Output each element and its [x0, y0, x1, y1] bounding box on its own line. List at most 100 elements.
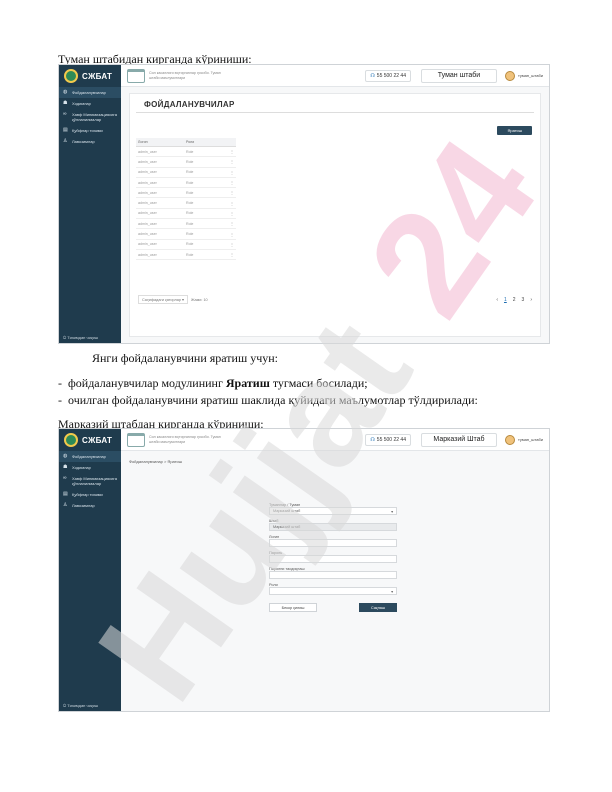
hq-selector[interactable]: Марказий Штаб [421, 432, 497, 447]
next-page-icon[interactable]: › [530, 297, 532, 303]
bullet-2: - очилган фойдаланувчини яратиш шаклида … [58, 392, 478, 409]
users-card: ФОЙДАЛАНУВЧИЛАР Яратиш Логин Роли admin_… [129, 93, 541, 337]
login-field[interactable] [269, 539, 397, 547]
phone-badge[interactable]: ☊ 55 500 22 44 [365, 69, 411, 82]
screenshot-create-user: СЖБАТ ◍ Фойдаланувчилар ☗ Ходимлар ∞ Хавф М… [58, 428, 550, 712]
district-select[interactable]: Марказий штаб ▾ [269, 507, 397, 515]
sidebar-item-staff[interactable]: ☗ Ходимлар [59, 462, 121, 473]
save-button[interactable]: Сақлаш [359, 603, 397, 612]
sidebar-item-positions[interactable]: ♙ Лавозимлар [59, 500, 121, 511]
bullet-1-bold: Яратиш [225, 376, 270, 390]
table-row[interactable]: admin_user Role ⋮ [136, 197, 236, 209]
cell-login: admin_user [136, 187, 184, 199]
hq-selector[interactable]: Туман штаби [421, 68, 497, 83]
cell-login: admin_user [136, 249, 184, 261]
cell-role: Role [184, 146, 228, 158]
row-menu-icon[interactable]: ⋮ [228, 228, 236, 240]
users-icon: ☗ [63, 100, 68, 106]
sidebar-item-label: Қуйфлар тизими [72, 492, 103, 497]
hq-field: Марказий штаб [269, 523, 397, 531]
table-row[interactable]: admin_user Role ⋮ [136, 249, 236, 261]
page-link[interactable]: 1 [504, 297, 507, 303]
sidebar-item-label: Фойдаланувчилар [72, 454, 106, 459]
cell-role: Role [184, 197, 228, 209]
cell-login: admin_user [136, 156, 184, 168]
col-role: Роли [184, 138, 228, 147]
sidebar-item-users[interactable]: ◍ Фойдаланувчилар [59, 451, 121, 462]
row-menu-icon[interactable]: ⋮ [228, 239, 236, 250]
sidebar-item-positions[interactable]: ♙ Лавозимлар [59, 136, 121, 147]
rows-per-page-label: Саҳифадаги қаторлар [142, 298, 181, 302]
create-button[interactable]: Яратиш [497, 126, 532, 135]
sidebar-item-calendar[interactable]: ▤ Қуйфлар тизими [59, 489, 121, 500]
topbar: Сил касаллиги юқтирганлар ҳисоби. Туман … [121, 429, 549, 451]
sidebar-item-label: Ходимлар [72, 101, 91, 106]
table-row[interactable]: admin_user Role ⋮ [136, 218, 236, 230]
chevron-down-icon: ▾ [391, 509, 393, 514]
password-confirm-field[interactable] [269, 571, 397, 579]
cell-login: admin_user [136, 239, 184, 250]
phone-badge[interactable]: ☊ 55 500 22 44 [365, 433, 411, 446]
calendar-icon: ▤ [63, 127, 68, 133]
row-menu-icon[interactable]: ⋮ [228, 197, 236, 209]
sidebar-item-staff[interactable]: ☗ Ходимлар [59, 98, 121, 109]
sidebar-item-calendar[interactable]: ▤ Қуйфлар тизими [59, 125, 121, 136]
prev-page-icon[interactable]: ‹ [496, 297, 498, 303]
row-menu-icon[interactable]: ⋮ [228, 156, 236, 168]
sidebar-item-label: Фойдаланувчилар [72, 90, 106, 95]
sidebar-item-risk[interactable]: ∞ Хавф Минимизациясига қўлланилмалар [59, 473, 121, 489]
brand-name: СЖБАТ [82, 435, 113, 445]
sidebar-item-label: Хавф Минимизациясига қўлланилмалар [72, 112, 117, 122]
sidebar-item-label: Лавозимлар [72, 503, 95, 508]
table-row[interactable]: admin_user Role ⋮ [136, 167, 236, 178]
col-actions [228, 138, 236, 147]
sidebar: СЖБАТ ◍ Фойдаланувчилар ☗ Ходимлар ∞ Хавф М… [59, 429, 121, 711]
user-menu[interactable]: туман_штаби [505, 434, 543, 445]
bullet-dash: - [58, 393, 62, 407]
table-row[interactable]: admin_user Role ⋮ [136, 156, 236, 168]
cell-role: Role [184, 187, 228, 199]
sidebar-item-risk[interactable]: ∞ Хавф Минимизациясига қўлланилмалар [59, 109, 121, 125]
cell-role: Role [184, 156, 228, 168]
user-icon: ♙ [63, 502, 68, 508]
cell-login: admin_user [136, 146, 184, 158]
user-menu[interactable]: туман_штаби [505, 70, 543, 81]
table-row[interactable]: admin_user Role ⋮ [136, 208, 236, 220]
row-menu-icon[interactable]: ⋮ [228, 249, 236, 261]
table-row[interactable]: admin_user Role ⋮ [136, 239, 236, 250]
page-link[interactable]: 2 [513, 297, 516, 303]
role-select[interactable]: ▾ [269, 587, 397, 595]
table-row[interactable]: admin_user Role ⋮ [136, 177, 236, 189]
logout-label: Тизимдан чиқиш [67, 335, 99, 340]
table-row[interactable]: admin_user Role ⋮ [136, 187, 236, 199]
cancel-button[interactable]: Бекор қилиш [269, 603, 317, 612]
sidebar-item-users[interactable]: ◍ Фойдаланувчилар [59, 87, 121, 98]
page-title: ФОЙДАЛАНУВЧИЛАР [136, 94, 534, 113]
row-menu-icon[interactable]: ⋮ [228, 146, 236, 158]
sidebar: СЖБАТ ◍ Фойдаланувчилар ☗ Ходимлар ∞ Хавф М… [59, 65, 121, 343]
page-link[interactable]: 3 [522, 297, 525, 303]
bullet-1-pre: фойдаланувчилар модулининг [68, 376, 226, 390]
brand-name: СЖБАТ [82, 71, 113, 81]
row-menu-icon[interactable]: ⋮ [228, 167, 236, 178]
row-menu-icon[interactable]: ⋮ [228, 177, 236, 189]
logo: СЖБАТ [59, 65, 121, 87]
rows-per-page-select[interactable]: Саҳифадаги қаторлар ▾ [138, 295, 188, 304]
table-row[interactable]: admin_user Role ⋮ [136, 228, 236, 240]
row-menu-icon[interactable]: ⋮ [228, 208, 236, 220]
cell-role: Role [184, 167, 228, 178]
row-menu-icon[interactable]: ⋮ [228, 218, 236, 230]
logout-icon: ⏻ [63, 335, 67, 340]
bullet-1-post: тугмаси босилади; [269, 376, 368, 390]
password-field[interactable] [269, 555, 397, 563]
row-menu-icon[interactable]: ⋮ [228, 187, 236, 199]
screenshot-users-list: СЖБАТ ◍ Фойдаланувчилар ☗ Ходимлар ∞ Хавф М… [58, 64, 550, 344]
cell-login: admin_user [136, 208, 184, 220]
calendar-icon [127, 68, 145, 83]
sidebar-item-label: Ходимлар [72, 465, 91, 470]
logout-link[interactable]: ⏻ Тизимдан чиқиш [63, 335, 98, 340]
cell-role: Role [184, 239, 228, 250]
logout-link[interactable]: ⏻ Тизимдан чиқиш [63, 703, 98, 708]
table-row[interactable]: admin_user Role ⋮ [136, 146, 236, 158]
user-name: туман_штаби [518, 437, 543, 442]
